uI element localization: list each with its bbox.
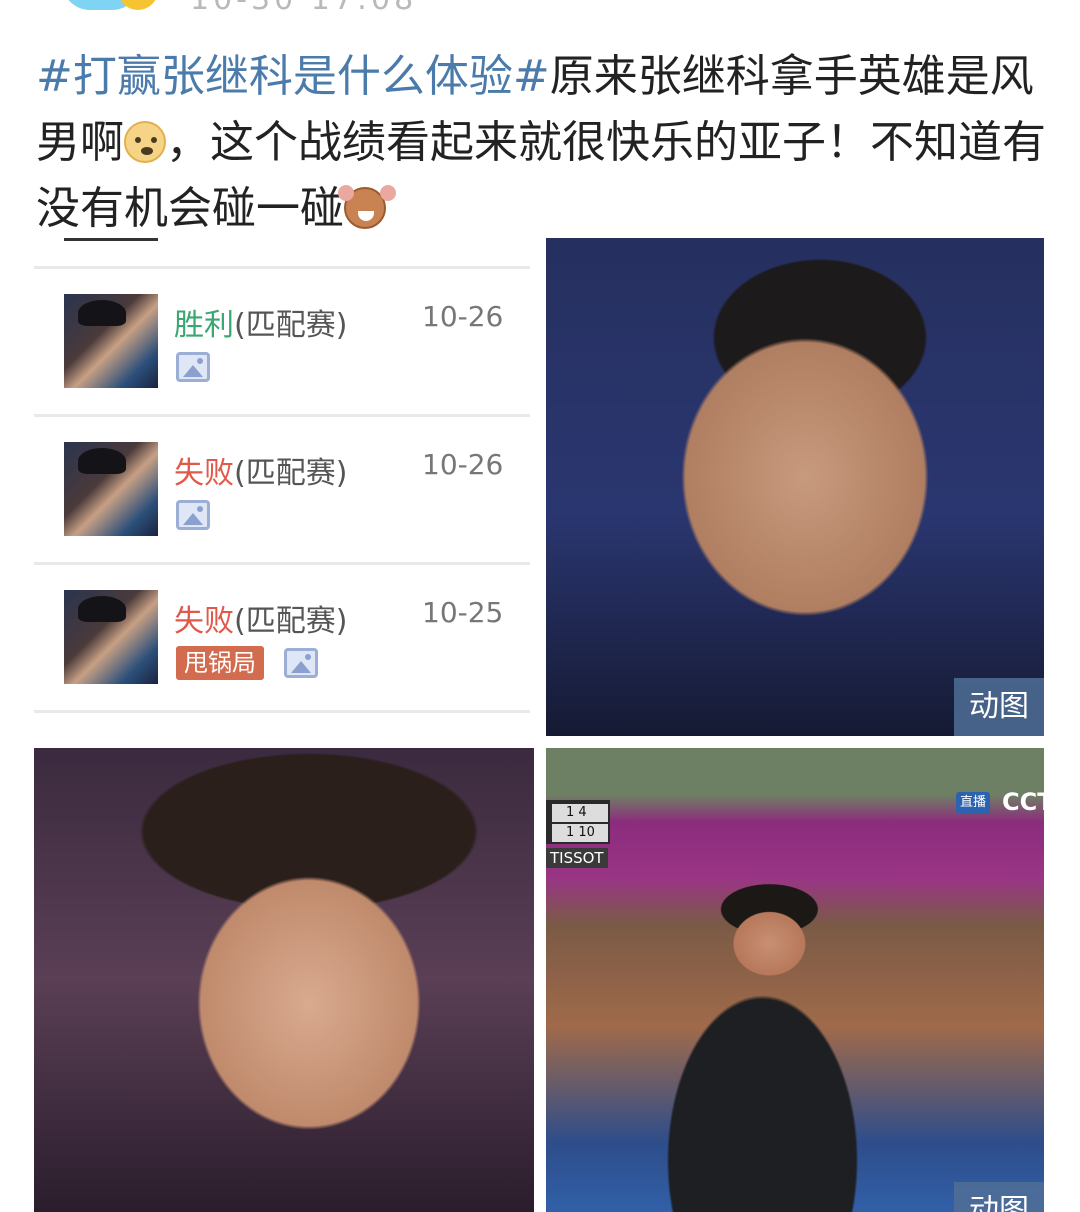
- match-date: 10-26: [422, 448, 504, 481]
- match-result: 失败(匹配赛): [174, 448, 347, 492]
- match-record-row: 失败(匹配赛) 10-25 甩锅局: [34, 564, 530, 710]
- post-timestamp: 10-30 17:08: [190, 0, 417, 17]
- match-date: 10-25: [422, 596, 504, 629]
- live-badge: 直播: [956, 792, 991, 814]
- doge-emoji-icon: [124, 121, 166, 163]
- result-label: 失败: [174, 604, 234, 639]
- mode-label: (匹配赛): [234, 308, 348, 343]
- hero-avatar: [64, 442, 158, 536]
- score-bottom: 1 10: [552, 824, 608, 842]
- match-date: 10-26: [422, 300, 504, 333]
- jerry-mouse-emoji-icon: [338, 185, 386, 229]
- match-tag-badge: 甩锅局: [176, 646, 264, 680]
- result-label: 失败: [174, 456, 234, 491]
- post-text-segment-2: ，这个战绩看起来就很快乐的亚子！不知道有没有机会碰一碰: [36, 117, 1046, 234]
- hero-avatar: [64, 590, 158, 684]
- tab-underline: [64, 238, 158, 241]
- post-image-3-closeup[interactable]: [34, 748, 534, 1212]
- post-image-2-portrait[interactable]: 动图: [546, 238, 1044, 736]
- gif-badge: 动图: [954, 678, 1044, 736]
- sponsor-logo: TISSOT: [546, 848, 608, 868]
- mode-label: (匹配赛): [234, 456, 348, 491]
- score-top: 1 4: [552, 804, 608, 822]
- post-text: #打赢张继科是什么体验#原来张继科拿手英雄是风男啊 ，这个战绩看起来就很快乐的亚子…: [36, 44, 1046, 242]
- channel-logo: CCT: [1002, 788, 1044, 816]
- match-result: 失败(匹配赛): [174, 596, 347, 640]
- divider: [34, 710, 530, 713]
- player-figure: [636, 868, 866, 1212]
- hero-avatar: [64, 294, 158, 388]
- post-image-4-broadcast[interactable]: 1 4 1 10 TISSOT 直播 CCT 动图: [546, 748, 1044, 1212]
- image-icon: [176, 500, 210, 530]
- scoreboard: 1 4 1 10: [546, 800, 610, 844]
- gif-badge: 动图: [954, 1182, 1044, 1212]
- match-record-row: 胜利(匹配赛) 10-26: [34, 268, 530, 414]
- result-label: 胜利: [174, 308, 234, 343]
- match-record-row: 失败(匹配赛) 10-26: [34, 416, 530, 562]
- mode-label: (匹配赛): [234, 604, 348, 639]
- post-image-1-match-records[interactable]: 胜利(匹配赛) 10-26 失败(匹配赛) 10-26 失败(匹配赛) 10-2…: [34, 238, 534, 736]
- hashtag-link[interactable]: #打赢张继科是什么体验#: [36, 51, 550, 102]
- verified-badge-icon: [118, 0, 158, 10]
- match-result: 胜利(匹配赛): [174, 300, 347, 344]
- image-icon: [176, 352, 210, 382]
- image-icon: [284, 648, 318, 678]
